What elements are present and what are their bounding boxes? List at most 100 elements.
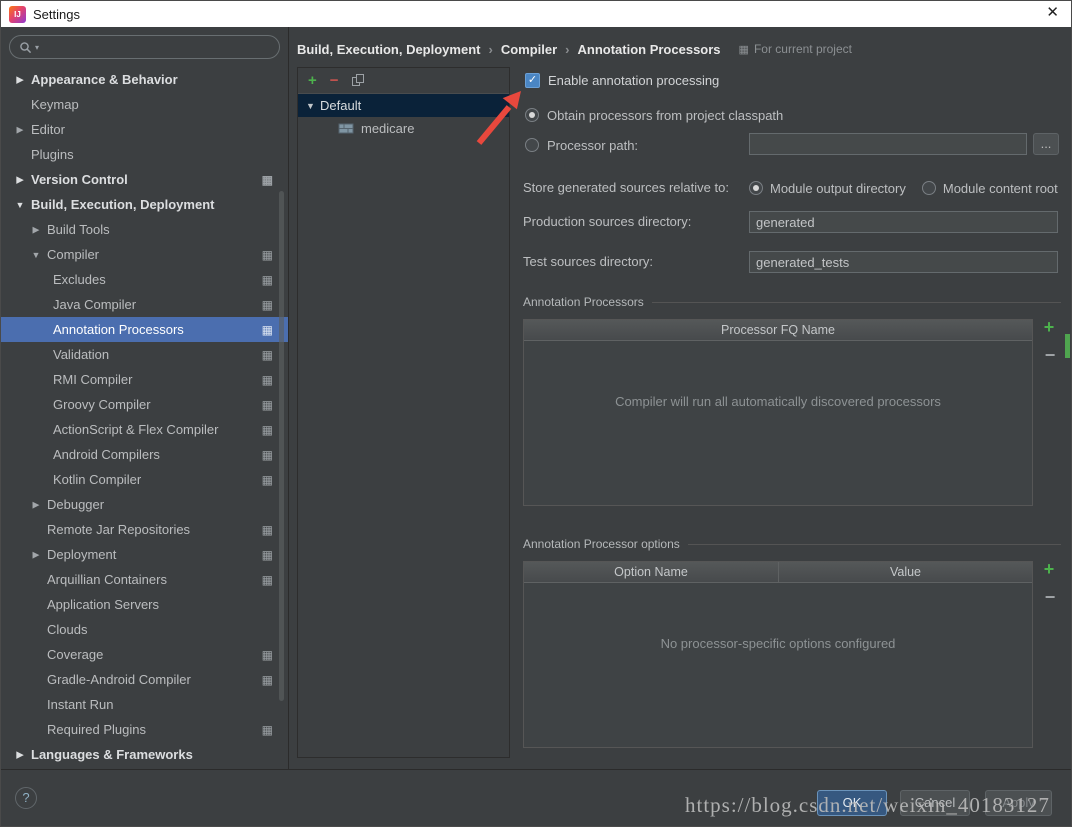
- sidebar-item-java-compiler[interactable]: Java Compiler ▦: [1, 292, 288, 317]
- add-processor-button[interactable]: +: [1040, 319, 1058, 337]
- breadcrumb-separator: ›: [565, 42, 569, 57]
- sidebar-item-android-compilers[interactable]: Android Compilers▦: [1, 442, 288, 467]
- search-box[interactable]: ▾: [9, 35, 280, 59]
- sidebar-item-remote-jar-repositories[interactable]: Remote Jar Repositories▦: [1, 517, 288, 542]
- processors-table: Processor FQ Name Compiler will run all …: [523, 319, 1033, 506]
- project-level-badge-icon: ▦: [262, 273, 273, 287]
- sidebar-item-debugger[interactable]: ▶Debugger: [1, 492, 288, 517]
- settings-sidebar: ▾ ▶Appearance & BehaviorKeymap▶EditorPlu…: [1, 27, 289, 769]
- sidebar-item-rmi-compiler[interactable]: RMI Compiler▦: [1, 367, 288, 392]
- sidebar-item-editor[interactable]: ▶Editor: [1, 117, 288, 142]
- project-level-badge-icon: ▦: [262, 473, 273, 487]
- sidebar-item-appearance-behavior[interactable]: ▶Appearance & Behavior: [1, 67, 288, 92]
- sidebar-item-application-servers[interactable]: Application Servers: [1, 592, 288, 617]
- sidebar-item-label: Build Tools: [1, 222, 110, 237]
- chevron-down-icon[interactable]: ▼: [306, 101, 315, 111]
- sidebar-item-kotlin-compiler[interactable]: Kotlin Compiler ▦: [1, 467, 288, 492]
- project-level-badge-icon: ▦: [262, 523, 273, 537]
- production-sources-label: Production sources directory:: [523, 211, 691, 233]
- scope-indicator: ▦ For current project: [739, 42, 852, 56]
- settings-search-input[interactable]: [42, 40, 270, 55]
- project-level-badge-icon: ▦: [262, 298, 273, 312]
- sidebar-item-build-execution-deployment[interactable]: ▼Build, Execution, Deployment: [1, 192, 288, 217]
- sidebar-item-instant-run[interactable]: Instant Run: [1, 692, 288, 717]
- check-icon: ✓: [528, 74, 537, 86]
- processors-section-title: Annotation Processors: [523, 295, 644, 309]
- sidebar-item-excludes[interactable]: Excludes▦: [1, 267, 288, 292]
- chevron-right-icon[interactable]: ▶: [13, 124, 27, 135]
- sidebar-item-required-plugins[interactable]: Required Plugins▦: [1, 717, 288, 742]
- options-table-header[interactable]: Option Name Value: [524, 562, 1032, 583]
- obtain-processors-label: Obtain processors from project classpath: [547, 108, 783, 123]
- sidebar-item-groovy-compiler[interactable]: Groovy Compiler▦: [1, 392, 288, 417]
- store-relative-label: Store generated sources relative to:: [523, 177, 729, 199]
- close-button[interactable]: ✕: [1046, 3, 1059, 21]
- chevron-right-icon[interactable]: ▶: [13, 749, 27, 760]
- sidebar-item-compiler[interactable]: ▼Compiler▦: [1, 242, 288, 267]
- project-level-badge-icon: ▦: [262, 398, 273, 412]
- chevron-right-icon[interactable]: ▶: [13, 74, 27, 85]
- scope-label: For current project: [754, 42, 852, 56]
- test-sources-input[interactable]: [749, 251, 1058, 273]
- sidebar-item-label: Kotlin Compiler: [1, 472, 141, 487]
- sidebar-item-clouds[interactable]: Clouds: [1, 617, 288, 642]
- sidebar-item-label: RMI Compiler: [1, 372, 132, 387]
- chevron-right-icon[interactable]: ▶: [13, 174, 27, 185]
- sidebar-item-label: Java Compiler: [1, 297, 136, 312]
- breadcrumb-part[interactable]: Annotation Processors: [578, 42, 721, 57]
- enable-annotation-checkbox[interactable]: ✓: [525, 73, 540, 88]
- add-option-button[interactable]: +: [1040, 561, 1058, 579]
- store-option[interactable]: Module content root: [922, 181, 1058, 196]
- red-annotation-arrow: [471, 87, 529, 149]
- breadcrumb-part[interactable]: Build, Execution, Deployment: [297, 42, 480, 57]
- sidebar-item-coverage[interactable]: Coverage▦: [1, 642, 288, 667]
- profile-label: Default: [320, 98, 361, 113]
- sidebar-item-plugins[interactable]: Plugins: [1, 142, 288, 167]
- remove-profile-button[interactable]: −: [330, 74, 339, 88]
- chevron-down-icon[interactable]: ▼: [13, 200, 27, 210]
- browse-button[interactable]: ...: [1033, 133, 1059, 155]
- sidebar-item-annotation-processors[interactable]: Annotation Processors▦: [1, 317, 288, 342]
- breadcrumb-part[interactable]: Compiler: [501, 42, 557, 57]
- processors-table-header[interactable]: Processor FQ Name: [524, 320, 1032, 341]
- chevron-right-icon[interactable]: ▶: [29, 499, 43, 510]
- radio-icon[interactable]: [749, 181, 763, 195]
- remove-option-button[interactable]: −: [1041, 589, 1059, 607]
- module-icon: [338, 122, 354, 135]
- store-relative-options: Module output directory Module content ro…: [749, 177, 1058, 199]
- sidebar-item-gradle-android-compiler[interactable]: Gradle-Android Compiler▦: [1, 667, 288, 692]
- store-option[interactable]: Module output directory: [749, 181, 906, 196]
- sidebar-item-languages-frameworks[interactable]: ▶Languages & Frameworks: [1, 742, 288, 767]
- project-level-badge-icon: ▦: [262, 423, 273, 437]
- processor-path-input[interactable]: [749, 133, 1027, 155]
- column-option-name[interactable]: Option Name: [524, 562, 779, 582]
- sidebar-item-label: Validation: [1, 347, 109, 362]
- project-level-badge-icon: ▦: [262, 173, 273, 187]
- sidebar-scrollbar[interactable]: [279, 191, 284, 701]
- chevron-right-icon[interactable]: ▶: [29, 549, 43, 560]
- help-button[interactable]: ?: [15, 787, 37, 809]
- column-processor-fq-name[interactable]: Processor FQ Name: [524, 320, 1032, 340]
- sidebar-item-keymap[interactable]: Keymap: [1, 92, 288, 117]
- search-icon: [19, 41, 32, 54]
- sidebar-item-label: Clouds: [1, 622, 87, 637]
- chevron-down-icon[interactable]: ▼: [29, 250, 43, 260]
- radio-icon[interactable]: [922, 181, 936, 195]
- add-profile-button[interactable]: +: [308, 74, 317, 88]
- processors-section-header: Annotation Processors: [523, 295, 1061, 309]
- sidebar-item-build-tools[interactable]: ▶Build Tools: [1, 217, 288, 242]
- intellij-logo-icon: IJ: [9, 6, 26, 23]
- production-sources-input[interactable]: [749, 211, 1058, 233]
- sidebar-item-actionscript-flex-compiler[interactable]: ActionScript & Flex Compiler▦: [1, 417, 288, 442]
- sidebar-item-validation[interactable]: Validation▦: [1, 342, 288, 367]
- remove-processor-button[interactable]: −: [1041, 347, 1059, 365]
- sidebar-item-label: Application Servers: [1, 597, 159, 612]
- breadcrumb-separator: ›: [488, 42, 492, 57]
- sidebar-item-arquillian-containers[interactable]: Arquillian Containers▦: [1, 567, 288, 592]
- sidebar-item-deployment[interactable]: ▶Deployment▦: [1, 542, 288, 567]
- copy-profile-icon[interactable]: [352, 74, 365, 87]
- sidebar-item-version-control[interactable]: ▶Version Control▦: [1, 167, 288, 192]
- column-value[interactable]: Value: [779, 562, 1032, 582]
- section-divider: [688, 544, 1061, 545]
- chevron-right-icon[interactable]: ▶: [29, 224, 43, 235]
